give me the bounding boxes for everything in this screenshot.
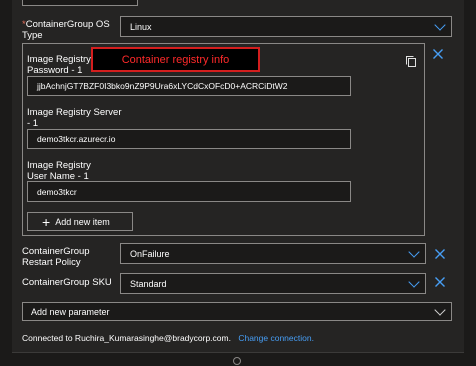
- annotation-callout: Container registry info: [91, 47, 260, 72]
- close-icon[interactable]: [432, 47, 444, 65]
- close-icon[interactable]: [434, 275, 446, 293]
- restart-policy-dropdown[interactable]: OnFailure: [120, 243, 426, 264]
- os-type-dropdown[interactable]: Linux: [120, 16, 452, 37]
- plus-icon: +: [42, 213, 51, 230]
- close-icon[interactable]: [434, 247, 446, 265]
- registry-user-label: Image Registry User Name - 1: [27, 160, 91, 182]
- copy-icon[interactable]: [405, 55, 417, 68]
- registry-server-label: Image Registry Server - 1: [27, 107, 122, 129]
- add-new-item-button[interactable]: + Add new item: [27, 212, 133, 231]
- chevron-down-icon: [408, 275, 420, 288]
- chevron-down-icon: [408, 245, 420, 258]
- os-type-value: Linux: [130, 21, 152, 32]
- right-panel-edge: [464, 0, 476, 366]
- chevron-down-icon: [434, 303, 446, 316]
- restart-policy-label: ContainerGroup Restart Policy: [22, 246, 90, 268]
- sku-value: Standard: [130, 278, 167, 289]
- registry-user-input[interactable]: demo3tkcr: [27, 181, 351, 202]
- change-connection-link[interactable]: Change connection.: [238, 333, 314, 343]
- os-type-label-text: ContainerGroup OS Type: [22, 19, 110, 41]
- os-type-label: *ContainerGroup OS Type: [22, 19, 117, 41]
- registry-password-label: Image Registry Password - 1: [27, 54, 91, 76]
- registry-server-input[interactable]: demo3tkcr.azurecr.io: [27, 129, 351, 149]
- sku-dropdown[interactable]: Standard: [120, 273, 426, 294]
- registry-password-input[interactable]: jjbAchnjGT7BZF0I3bko9nZ9P9Ura6xLYCdCxOFc…: [27, 76, 351, 96]
- add-new-item-label: Add new item: [55, 216, 110, 227]
- add-new-parameter-label: Add new parameter: [31, 306, 110, 317]
- sku-label: ContainerGroup SKU: [22, 277, 112, 288]
- left-panel-edge: [0, 0, 12, 366]
- add-new-parameter-dropdown[interactable]: Add new parameter: [22, 302, 452, 321]
- restart-policy-value: OnFailure: [130, 248, 170, 259]
- previous-field-edge: [22, 0, 138, 6]
- connector-handle[interactable]: [233, 357, 241, 365]
- connection-footer: Connected to Ruchira_Kumarasinghe@bradyc…: [22, 333, 314, 343]
- connection-text: Connected to Ruchira_Kumarasinghe@bradyc…: [22, 333, 231, 343]
- chevron-down-icon: [434, 18, 446, 31]
